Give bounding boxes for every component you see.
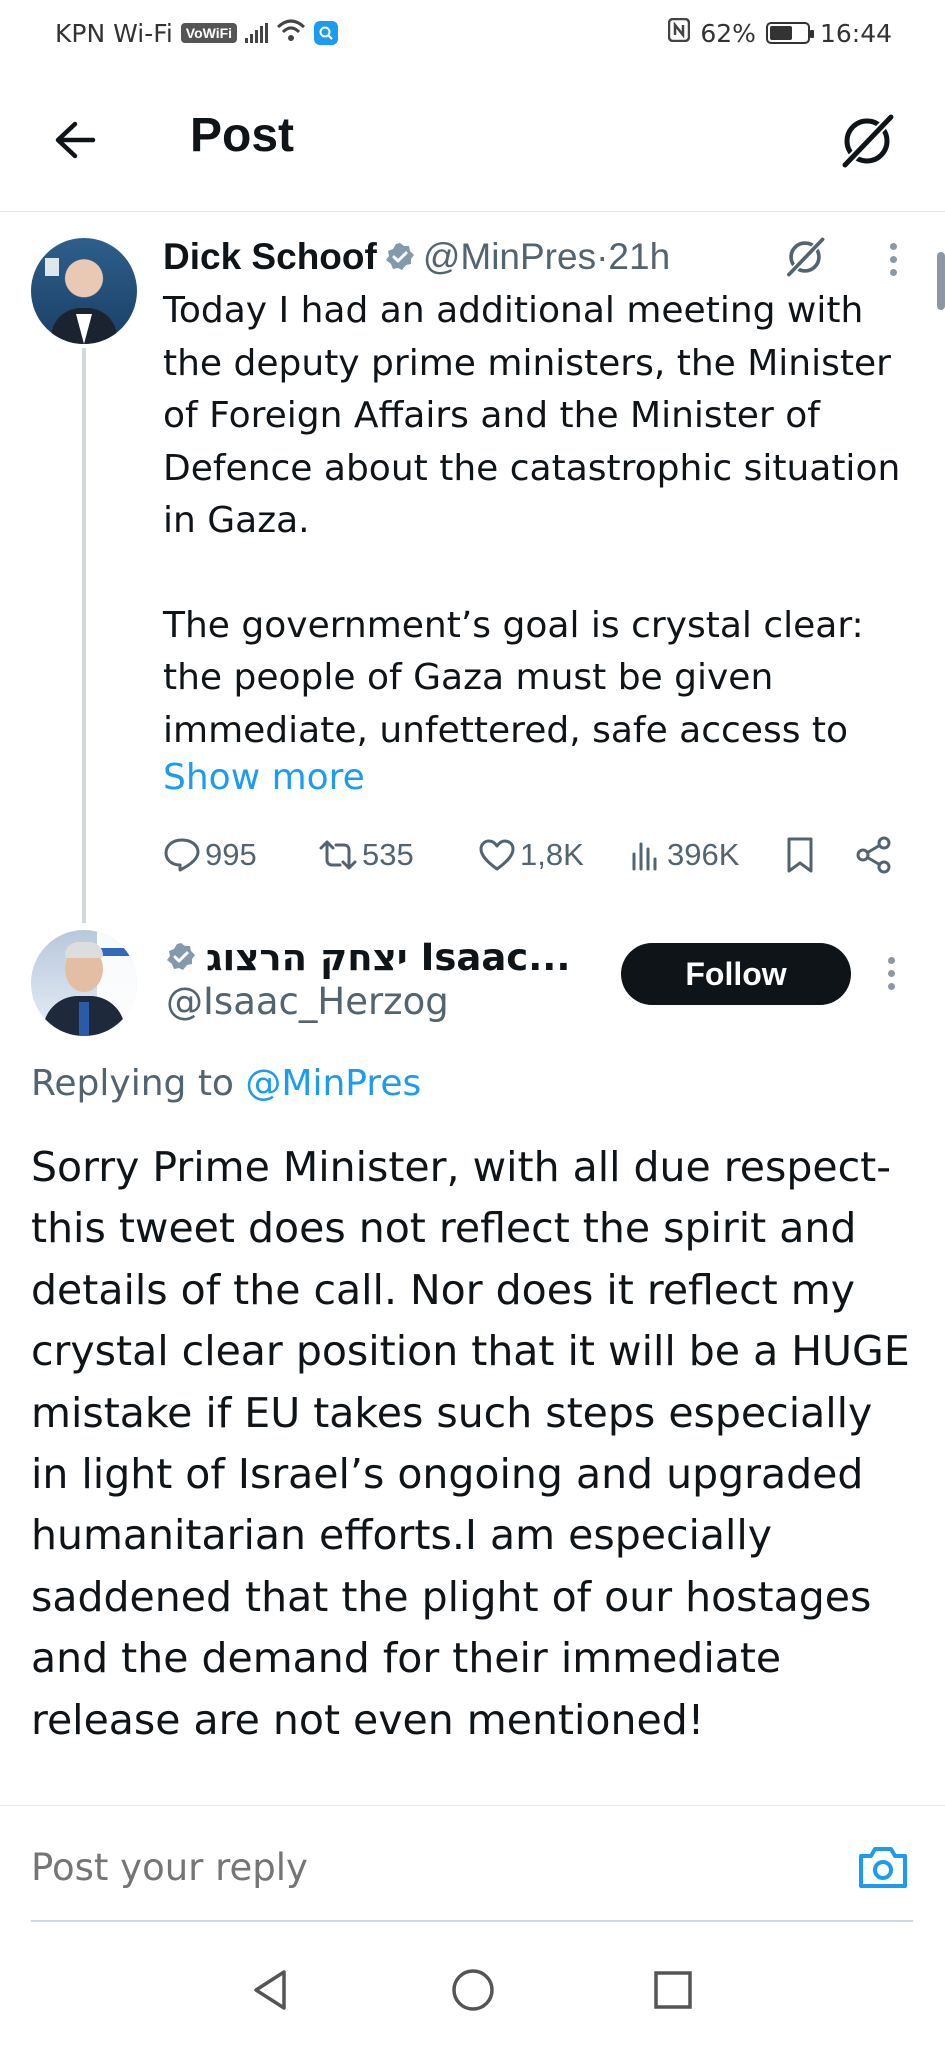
replying-to: Replying to @MinPres: [31, 1063, 421, 1104]
back-button[interactable]: [45, 110, 105, 170]
carrier-label: KPN Wi-Fi: [55, 18, 173, 48]
reply-author-row: יצחק הרצוג Isaac...: [166, 932, 570, 982]
more-options-icon[interactable]: [876, 948, 906, 998]
reply-input[interactable]: [31, 1846, 811, 1889]
replying-to-mention[interactable]: @MinPres: [245, 1063, 421, 1104]
system-nav-bar: [0, 1935, 945, 2048]
show-more-link[interactable]: Show more: [163, 757, 365, 798]
original-post-text: Today I had an additional meeting with t…: [163, 285, 913, 757]
original-post-header: Dick Schoof @MinPres · 21h: [163, 232, 670, 282]
clock: 16:44: [819, 18, 892, 48]
page-title: Post: [190, 109, 295, 162]
search-badge-icon: [314, 21, 339, 45]
avatar-dick-schoof[interactable]: [31, 238, 137, 344]
grok-icon: [786, 237, 825, 277]
vowifi-badge: VoWiFi: [180, 23, 238, 43]
thread-connector-line: [82, 348, 86, 923]
nav-home-button[interactable]: [448, 1965, 498, 2015]
composer-divider: [31, 1920, 913, 1922]
author-name[interactable]: Dick Schoof: [163, 236, 377, 278]
signal-icon: [245, 23, 269, 43]
top-app-bar: Post: [0, 70, 945, 212]
circle-home-icon: [452, 1969, 494, 2011]
bookmark-icon: [787, 837, 813, 873]
replying-prefix: Replying to: [31, 1063, 246, 1104]
views-button[interactable]: 396K: [629, 830, 739, 880]
follow-button[interactable]: Follow: [621, 943, 851, 1005]
repost-icon: [319, 840, 357, 870]
share-button[interactable]: [855, 830, 893, 880]
time-separator: ·: [596, 236, 609, 277]
heart-icon: [479, 839, 515, 871]
like-button[interactable]: 1,8K: [478, 830, 584, 880]
post-time[interactable]: 21h: [608, 236, 670, 278]
nfc-icon: [668, 17, 691, 48]
like-count: 1,8K: [520, 837, 584, 872]
square-recents-icon: [654, 1971, 692, 2009]
verified-badge-icon: [385, 242, 415, 272]
grok-explain-button[interactable]: [780, 232, 830, 282]
repost-button[interactable]: 535: [318, 830, 414, 880]
triangle-back-icon: [254, 1970, 286, 2010]
battery-percent: 62%: [700, 18, 756, 48]
reply-post-text: Sorry Prime Minister, with all due respe…: [31, 1143, 910, 1744]
grok-icon: [841, 113, 895, 169]
scrollbar[interactable]: [937, 252, 945, 310]
reply-icon: [164, 838, 200, 872]
post-paragraph: Today I had an additional meeting with t…: [163, 290, 901, 541]
camera-button[interactable]: [855, 1842, 911, 1892]
status-right: 62% 16:44: [668, 17, 892, 48]
post-action-bar: 995 535 1,8K 396K: [163, 830, 903, 880]
more-options-icon[interactable]: [878, 234, 908, 284]
reply-button[interactable]: 995: [163, 830, 257, 880]
share-icon: [856, 836, 891, 874]
post-paragraph: The government’s goal is crystal clear: …: [163, 604, 864, 751]
status-bar: KPN Wi-Fi VoWiFi 62% 16:44: [0, 0, 945, 70]
nav-recents-button[interactable]: [648, 1965, 698, 2015]
bookmark-button[interactable]: [785, 830, 815, 880]
views-count: 396K: [667, 837, 740, 872]
avatar-isaac-herzog[interactable]: [31, 930, 137, 1036]
battery-fill: [769, 26, 792, 40]
reply-composer: [0, 1805, 945, 1923]
wifi-icon: [276, 18, 306, 48]
views-icon: [632, 842, 657, 871]
arrow-left-icon: [55, 121, 96, 159]
nav-back-button[interactable]: [245, 1965, 295, 2015]
status-left: KPN Wi-Fi VoWiFi: [55, 18, 339, 48]
repost-count: 535: [362, 837, 414, 872]
battery-icon: [765, 22, 814, 44]
reply-author-handle[interactable]: @Isaac_Herzog: [166, 980, 449, 1023]
author-handle[interactable]: @MinPres: [423, 236, 596, 278]
grok-button[interactable]: [834, 108, 900, 174]
reply-author-name[interactable]: יצחק הרצוג Isaac...: [206, 936, 570, 979]
reply-count: 995: [205, 837, 257, 872]
camera-icon: [859, 1847, 907, 1888]
verified-badge-icon: [166, 942, 196, 972]
